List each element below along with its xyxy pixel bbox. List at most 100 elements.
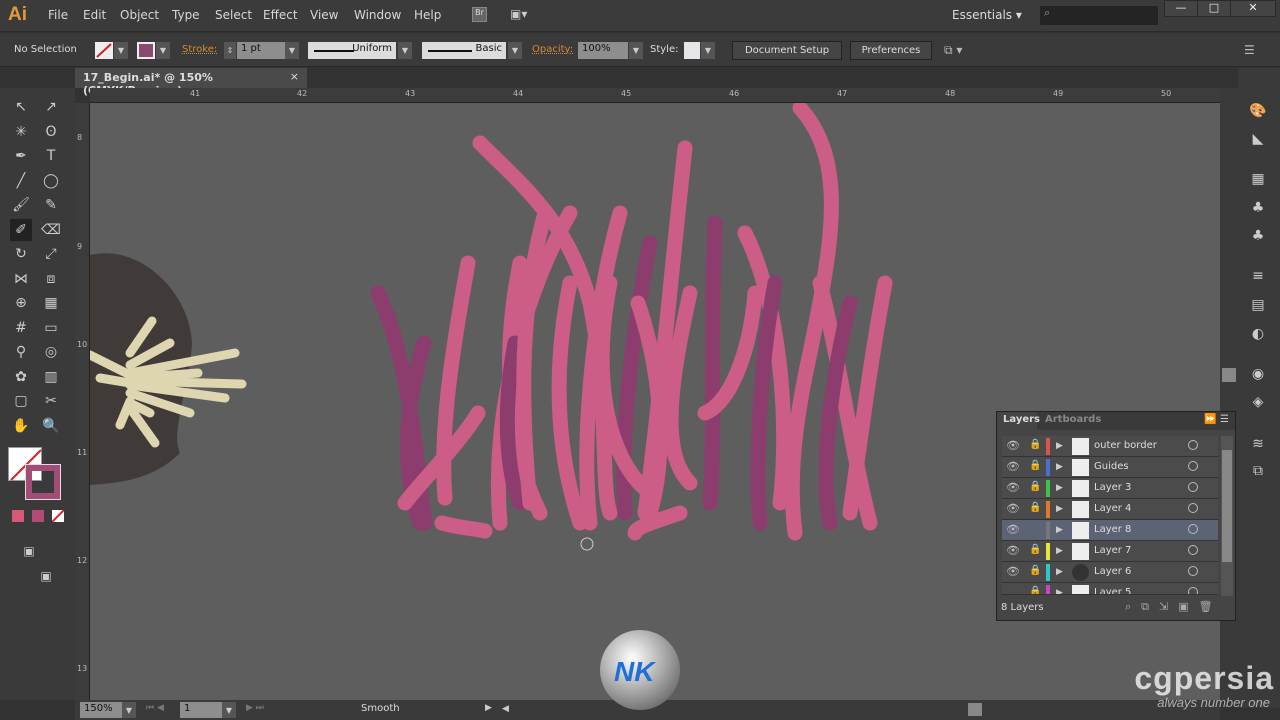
magic-wand-tool-icon[interactable]: ✳	[10, 121, 32, 143]
menu-view[interactable]: View	[310, 8, 338, 22]
pencil-tool-icon[interactable]: ✎	[40, 194, 62, 216]
lock-icon[interactable]: 🔒	[1029, 565, 1041, 576]
swatches-panel-icon[interactable]: ▦	[1248, 171, 1268, 191]
brush-definition[interactable]: Basic	[422, 42, 506, 59]
stroke-dropdown[interactable]: ▼	[156, 42, 170, 59]
layer-row[interactable]: 👁 🔒 ▶ Layer 3	[1002, 478, 1218, 499]
brush-stroke[interactable]	[551, 275, 588, 531]
menu-window[interactable]: Window	[354, 8, 401, 22]
layer-name[interactable]: Layer 5	[1094, 587, 1131, 594]
draw-mode-icon[interactable]: ▣	[18, 540, 40, 562]
stroke-swatch[interactable]	[137, 42, 155, 59]
selection-tool-icon[interactable]: ↖	[10, 96, 32, 118]
artboards-panel-icon[interactable]: ⧉	[1248, 463, 1268, 483]
artboard-field[interactable]: 1	[180, 702, 222, 718]
ellipse-tool-icon[interactable]: ◯	[40, 170, 62, 192]
tab-layers[interactable]: Layers	[997, 412, 1040, 430]
layer-name[interactable]: Guides	[1094, 461, 1129, 472]
graph-tool-icon[interactable]: ▥	[40, 366, 62, 388]
bridge-button[interactable]: Br	[472, 7, 487, 22]
blob-brush-tool-icon[interactable]: ✐	[10, 218, 32, 241]
menu-help[interactable]: Help	[414, 8, 441, 22]
line-tool-icon[interactable]: ╱	[10, 170, 32, 192]
menu-select[interactable]: Select	[215, 8, 252, 22]
stroke-panel-icon[interactable]: ≡	[1248, 268, 1268, 288]
rotate-tool-icon[interactable]: ↻	[10, 243, 32, 265]
expand-arrow-icon[interactable]: ▶	[1056, 588, 1063, 594]
layer-name[interactable]: outer border	[1094, 440, 1157, 451]
screen-mode-icon[interactable]: ▣	[35, 565, 57, 587]
paintbrush-tool-icon[interactable]: 🖌	[10, 194, 32, 216]
opacity-label[interactable]: Opacity:	[532, 44, 573, 55]
eyedropper-tool-icon[interactable]: ⚲	[10, 341, 32, 363]
expand-arrow-icon[interactable]: ▶	[1056, 525, 1063, 535]
fill-swatch[interactable]	[95, 42, 113, 59]
maximize-button[interactable]: □	[1197, 0, 1231, 17]
target-icon[interactable]	[1188, 587, 1198, 594]
visibility-eye-icon[interactable]: 👁	[1006, 460, 1020, 473]
transparency-panel-icon[interactable]: ◐	[1248, 326, 1268, 346]
align-selection-icon[interactable]: ⧉ ▾	[944, 43, 962, 58]
preferences-button[interactable]: Preferences	[850, 41, 932, 60]
expand-arrow-icon[interactable]: ▶	[1056, 567, 1063, 577]
brush-stroke[interactable]	[702, 215, 723, 511]
lock-icon[interactable]: 🔒	[1029, 586, 1041, 594]
lock-icon[interactable]: 🔒	[1029, 460, 1041, 471]
target-icon[interactable]	[1188, 545, 1198, 555]
layer-name[interactable]: Layer 7	[1094, 545, 1131, 556]
style-swatch[interactable]	[684, 42, 700, 59]
zoom-field[interactable]: 150%	[80, 702, 122, 718]
brushes-panel-icon[interactable]: ♣	[1248, 200, 1268, 220]
arrange-documents-button[interactable]: ▣▾	[510, 7, 536, 22]
target-icon[interactable]	[1188, 440, 1198, 450]
layer-actions[interactable]: ⌕⧉⇲▣🗑	[1125, 600, 1223, 614]
help-search-input[interactable]: ⌕	[1040, 6, 1158, 25]
lasso-tool-icon[interactable]: ʘ	[40, 121, 62, 143]
expand-arrow-icon[interactable]: ▶	[1056, 441, 1063, 451]
stroke-weight-dropdown[interactable]: ▼	[285, 42, 299, 59]
blend-tool-icon[interactable]: ◎	[40, 341, 62, 363]
panel-menu-icon[interactable]: ☰	[1244, 43, 1255, 57]
stroke-weight-field[interactable]: 1 pt	[237, 42, 285, 59]
horizontal-scrollbar[interactable]: ◀	[500, 701, 1220, 718]
layer-row[interactable]: 👁 🔒 ▶ Guides	[1002, 457, 1218, 478]
zoom-tool-icon[interactable]: 🔍	[40, 415, 62, 437]
style-dropdown[interactable]: ▼	[701, 42, 715, 59]
artboard-dropdown[interactable]: ▼	[222, 702, 236, 718]
zoom-dropdown[interactable]: ▼	[122, 702, 136, 718]
gradient-panel-icon[interactable]: ▤	[1248, 297, 1268, 317]
brush-dropdown[interactable]: ▼	[508, 42, 522, 59]
direct-selection-tool-icon[interactable]: ↗	[40, 96, 62, 118]
lock-icon[interactable]: 🔒	[1029, 502, 1041, 513]
layer-name[interactable]: Layer 3	[1094, 482, 1131, 493]
visibility-eye-icon[interactable]: 👁	[1006, 481, 1020, 494]
layer-row[interactable]: 👁 🔒 ▶ outer border	[1002, 436, 1218, 457]
artboard-next-buttons[interactable]: ▶ ⏭	[246, 703, 264, 713]
appearance-panel-icon[interactable]: ◉	[1248, 366, 1268, 386]
visibility-eye-icon[interactable]: 👁	[1006, 523, 1020, 536]
visibility-eye-icon[interactable]: 👁	[1006, 439, 1020, 452]
vertical-ruler[interactable]	[75, 103, 90, 700]
color-mode-button[interactable]	[12, 510, 24, 522]
opacity-dropdown[interactable]: ▼	[629, 42, 643, 59]
document-setup-button[interactable]: Document Setup	[732, 41, 842, 60]
artboard-tool-icon[interactable]: ▢	[10, 390, 32, 412]
target-icon[interactable]	[1188, 503, 1198, 513]
visibility-eye-icon[interactable]: 👁	[1006, 502, 1020, 515]
perspective-tool-icon[interactable]: ▦	[40, 292, 62, 314]
symbol-sprayer-tool-icon[interactable]: ✿	[10, 366, 32, 388]
stroke-color-box[interactable]	[25, 464, 61, 500]
lock-icon[interactable]: 🔒	[1029, 481, 1041, 492]
hand-tool-icon[interactable]: ✋	[10, 415, 32, 437]
target-icon[interactable]	[1188, 461, 1198, 471]
stroke-label[interactable]: Stroke:	[182, 44, 217, 55]
brush-stroke[interactable]	[750, 275, 783, 531]
artboard-prev-buttons[interactable]: ⏮ ◀	[146, 703, 164, 713]
graphic-styles-panel-icon[interactable]: ◈	[1248, 394, 1268, 414]
brush-stroke[interactable]	[434, 515, 493, 539]
close-tab-button[interactable]: ×	[290, 70, 299, 83]
visibility-eye-icon[interactable]: 👁	[1006, 544, 1020, 557]
width-tool-icon[interactable]: ⋈	[10, 268, 32, 290]
mesh-tool-icon[interactable]: #	[10, 317, 32, 339]
eraser-tool-icon[interactable]: ⌫	[40, 219, 62, 241]
